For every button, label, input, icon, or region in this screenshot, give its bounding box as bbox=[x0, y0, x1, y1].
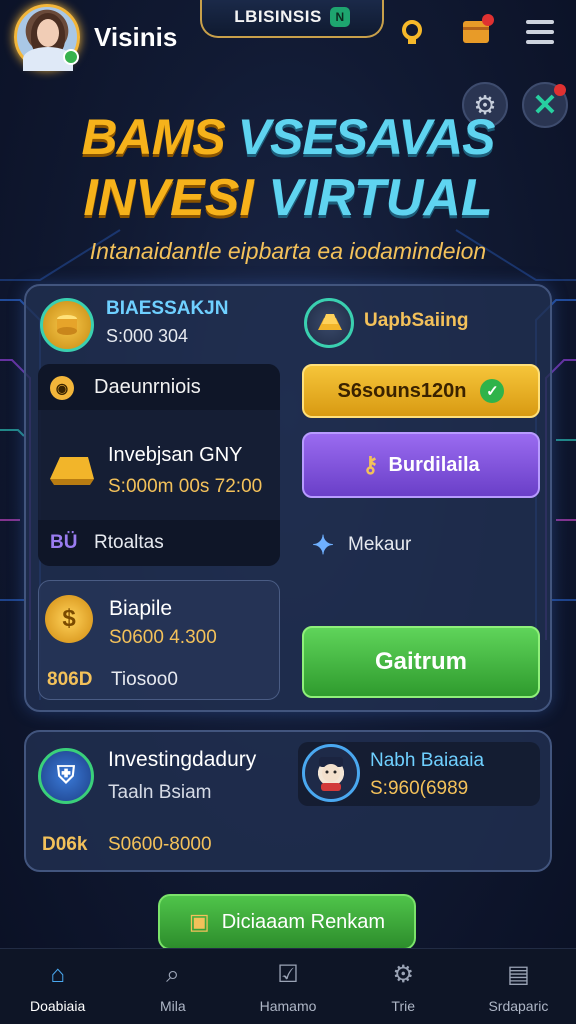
bottom-info-panel: ⛨ Investingdadury Taaln Bsiam D06k S0600… bbox=[24, 730, 552, 872]
upgrade-label: UapbSaiing bbox=[364, 310, 469, 331]
cta-button[interactable]: ▣ Diciaaam Renkam bbox=[158, 894, 416, 950]
hamburger-menu-icon[interactable] bbox=[524, 16, 556, 48]
brand-badge-icon: N bbox=[329, 7, 350, 27]
hero-title-line2: INVESI VIRTUAL bbox=[0, 168, 576, 228]
search-icon: ⌕ bbox=[166, 960, 180, 988]
brand-name: LBISINSIS bbox=[234, 7, 322, 26]
bottom-navigation: ⌂ Doabiaia ⌕ Mila ☑ Hamamo ⚙ Trie ▤ Srda… bbox=[0, 948, 576, 1024]
nav-item-search[interactable]: ⌕ Mila bbox=[115, 949, 230, 1024]
nav-label: Mila bbox=[159, 997, 186, 1014]
home-icon: ⌂ bbox=[50, 960, 65, 988]
bundle-button[interactable]: ⚷ Burdilaila bbox=[302, 432, 540, 498]
notification-badge bbox=[482, 14, 494, 26]
amount-button-label: S6souns120n bbox=[337, 379, 467, 402]
nav-item-archive[interactable]: ▤ Srdaparic bbox=[461, 949, 576, 1024]
balance-title: BIAESSAKJN bbox=[106, 298, 229, 319]
cta-button-label: Diciaaam Renkam bbox=[221, 910, 386, 933]
gear-icon: ⚙ bbox=[392, 961, 414, 988]
compass-icon: ✦ bbox=[312, 529, 334, 560]
menu-label[interactable]: Mekaur bbox=[348, 534, 411, 556]
archive-icon: ▤ bbox=[507, 961, 530, 988]
bonus-card[interactable]: $ Biapile S0600 4.300 806D Tiosoo0 bbox=[38, 580, 280, 700]
brand-tab: LBISINSIS N bbox=[200, 0, 384, 38]
nav-item-home[interactable]: ⌂ Doabiaia bbox=[0, 949, 115, 1024]
nav-item-settings[interactable]: ⚙ Trie bbox=[346, 949, 461, 1024]
hero-tagline: Intanaidantle eipbarta ea iodamindeion bbox=[89, 238, 487, 264]
check-icon: ✓ bbox=[480, 379, 505, 403]
bonus-title: Biapile bbox=[109, 597, 173, 620]
investment-info-prefix: D06k bbox=[42, 834, 88, 855]
username: Visinis bbox=[94, 22, 178, 52]
timer-icon: ◉ bbox=[50, 376, 74, 400]
rewards-prefix: BÜ bbox=[50, 532, 78, 553]
main-panel: BIAESSAKJN S:000 304 UapbSaiing ◉ Daeunr… bbox=[24, 284, 552, 712]
section-label: Daeunrniois bbox=[94, 376, 201, 398]
profile-value: S:960(6989 bbox=[370, 778, 469, 799]
investment-info-subtitle: Taaln Bsiam bbox=[108, 782, 212, 803]
nav-label: Doabiaia bbox=[29, 997, 86, 1014]
check-box-icon: ☑ bbox=[277, 961, 299, 988]
bundle-button-label: Burdilaila bbox=[388, 453, 480, 476]
investment-card[interactable]: ◉ Daeunrniois Invebjsan GNY S:000m 00s 7… bbox=[38, 364, 280, 566]
hero-title-word: BAMS bbox=[81, 109, 225, 165]
footer-label: Tiosoo0 bbox=[111, 669, 178, 690]
bonus-value: S0600 4.300 bbox=[109, 627, 217, 648]
balance-value: S:000 304 bbox=[106, 326, 189, 346]
shield-icon: ⛨ bbox=[38, 748, 94, 804]
dollar-coin-icon: $ bbox=[45, 595, 93, 643]
gold-ingot-icon bbox=[46, 444, 96, 494]
claim-button-label: Gaitrum bbox=[374, 648, 467, 675]
top-bar: Visinis LBISINSIS N bbox=[0, 0, 576, 72]
investment-info-title: Investingdadury bbox=[108, 748, 257, 771]
hero-title-word: VIRTUAL bbox=[268, 169, 493, 227]
footer-prefix: 806D bbox=[47, 669, 93, 690]
claim-button[interactable]: Gaitrum bbox=[302, 626, 540, 698]
hero-title-word: VSESAVAS bbox=[237, 109, 496, 165]
amount-button[interactable]: S6souns120n ✓ bbox=[302, 364, 540, 418]
investment-info-value: S0600-8000 bbox=[108, 834, 212, 855]
gift-box-icon[interactable] bbox=[460, 14, 494, 48]
hero-title-line1: BAMS VSESAVAS bbox=[0, 108, 576, 166]
gift-icon: ▣ bbox=[188, 909, 210, 934]
nav-item-tasks[interactable]: ☑ Hamamo bbox=[230, 949, 345, 1024]
investment-title: Invebjsan GNY bbox=[108, 444, 243, 466]
nav-label: Hamamo bbox=[259, 997, 317, 1014]
notification-badge bbox=[554, 84, 566, 96]
profile-name: Nabh Baiaaia bbox=[370, 750, 485, 771]
coins-stack-icon bbox=[40, 298, 94, 352]
investment-value: S:000m 00s 72:00 bbox=[108, 476, 263, 497]
nav-label: Srdaparic bbox=[488, 997, 549, 1014]
nav-label: Trie bbox=[391, 997, 415, 1014]
character-avatar bbox=[302, 744, 360, 802]
avatar[interactable] bbox=[14, 4, 80, 71]
avatar-face bbox=[37, 19, 59, 47]
rewards-label: Rtoaltas bbox=[94, 532, 164, 553]
online-status-dot bbox=[63, 49, 79, 65]
rewards-row[interactable]: BÜ Rtoaltas bbox=[38, 520, 280, 566]
profile-card[interactable]: Nabh Baiaaia S:960(6989 bbox=[298, 742, 540, 806]
lightbulb-icon[interactable] bbox=[396, 16, 428, 48]
hero-title-word: INVESI bbox=[83, 169, 254, 227]
gold-bars-icon bbox=[304, 298, 354, 348]
key-icon: ⚷ bbox=[362, 452, 379, 477]
